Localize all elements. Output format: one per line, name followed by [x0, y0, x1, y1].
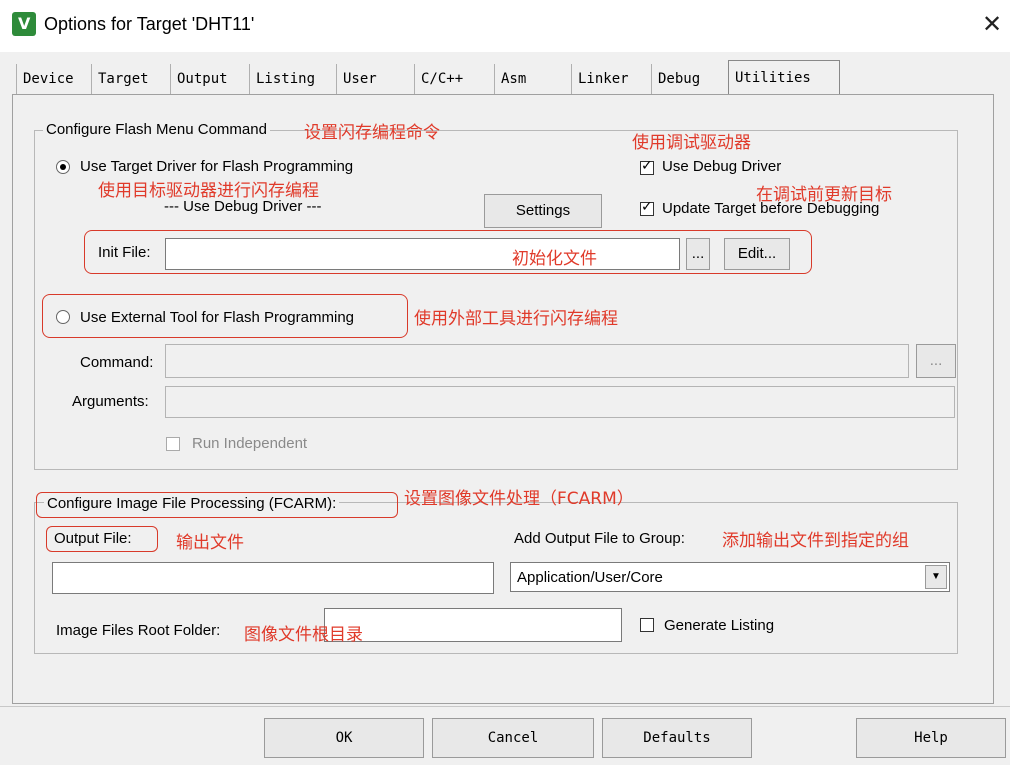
edit-button[interactable]: Edit...: [724, 238, 790, 270]
output-file-input[interactable]: [52, 562, 494, 594]
ok-button[interactable]: OK: [264, 718, 424, 758]
run-independent-label: Run Independent: [192, 435, 308, 452]
tab-user[interactable]: User: [336, 64, 383, 94]
debug-driver-check-label[interactable]: Use Debug Driver: [662, 158, 781, 175]
init-file-browse-button[interactable]: ...: [686, 238, 710, 270]
generate-listing-label[interactable]: Generate Listing: [664, 617, 774, 634]
annotation-init-file: 初始化文件: [512, 249, 597, 269]
annotation-root-folder: 图像文件根目录: [244, 625, 363, 645]
debug-driver-text: --- Use Debug Driver ---: [164, 198, 322, 215]
command-browse-button: ...: [916, 344, 956, 378]
annotation-external-tool: 使用外部工具进行闪存编程: [414, 309, 618, 329]
arguments-input: [165, 386, 955, 418]
external-tool-label[interactable]: Use External Tool for Flash Programming: [80, 309, 354, 326]
settings-button[interactable]: Settings: [484, 194, 602, 228]
add-output-label: Add Output File to Group:: [514, 530, 685, 547]
generate-listing-check[interactable]: [640, 618, 654, 632]
update-target-check[interactable]: [640, 199, 654, 216]
root-folder-label: Image Files Root Folder:: [56, 622, 221, 639]
update-target-label[interactable]: Update Target before Debugging: [662, 200, 879, 217]
init-file-label: Init File:: [98, 244, 151, 261]
group-select-value: Application/User/Core: [517, 569, 663, 586]
output-file-label: Output File:: [54, 530, 132, 547]
tab-target[interactable]: Target: [91, 64, 155, 94]
app-icon: [12, 12, 36, 36]
root-folder-input[interactable]: [324, 608, 622, 642]
tab-utilities[interactable]: Utilities: [728, 60, 840, 96]
tab-device[interactable]: Device: [16, 64, 80, 94]
arguments-label: Arguments:: [72, 393, 149, 410]
tab-debug[interactable]: Debug: [651, 64, 706, 94]
external-tool-radio[interactable]: [56, 310, 70, 324]
window-title: Options for Target 'DHT11': [44, 14, 255, 34]
debug-driver-check[interactable]: [640, 158, 654, 175]
command-label: Command:: [80, 354, 154, 371]
tab-linker[interactable]: Linker: [571, 64, 635, 94]
annotation-flash-cmd: 设置闪存编程命令: [304, 123, 440, 143]
help-button[interactable]: Help: [856, 718, 1006, 758]
tab-listing[interactable]: Listing: [249, 64, 321, 94]
tab-cpp[interactable]: C/C++: [414, 64, 469, 94]
image-group-label: Configure Image File Processing (FCARM):: [44, 495, 340, 512]
command-input: [165, 344, 909, 378]
run-independent-check: [166, 437, 180, 451]
target-driver-radio[interactable]: [56, 160, 70, 174]
init-file-input[interactable]: [165, 238, 680, 270]
annotation-add-to-group: 添加输出文件到指定的组: [722, 531, 909, 551]
target-driver-label[interactable]: Use Target Driver for Flash Programming: [80, 158, 353, 175]
flash-group-label: Configure Flash Menu Command: [43, 121, 270, 138]
annotation-debug-driver: 使用调试驱动器: [632, 133, 751, 153]
chevron-down-icon[interactable]: ▼: [925, 565, 947, 589]
cancel-button[interactable]: Cancel: [432, 718, 594, 758]
annotation-image-processing: 设置图像文件处理（FCARM）: [404, 489, 634, 509]
tab-asm[interactable]: Asm: [494, 64, 532, 94]
close-icon[interactable]: ✕: [982, 10, 1002, 38]
annotation-output-file: 输出文件: [176, 533, 244, 553]
tab-output[interactable]: Output: [170, 64, 234, 94]
group-select[interactable]: Application/User/Core ▼: [510, 562, 950, 592]
defaults-button[interactable]: Defaults: [602, 718, 752, 758]
